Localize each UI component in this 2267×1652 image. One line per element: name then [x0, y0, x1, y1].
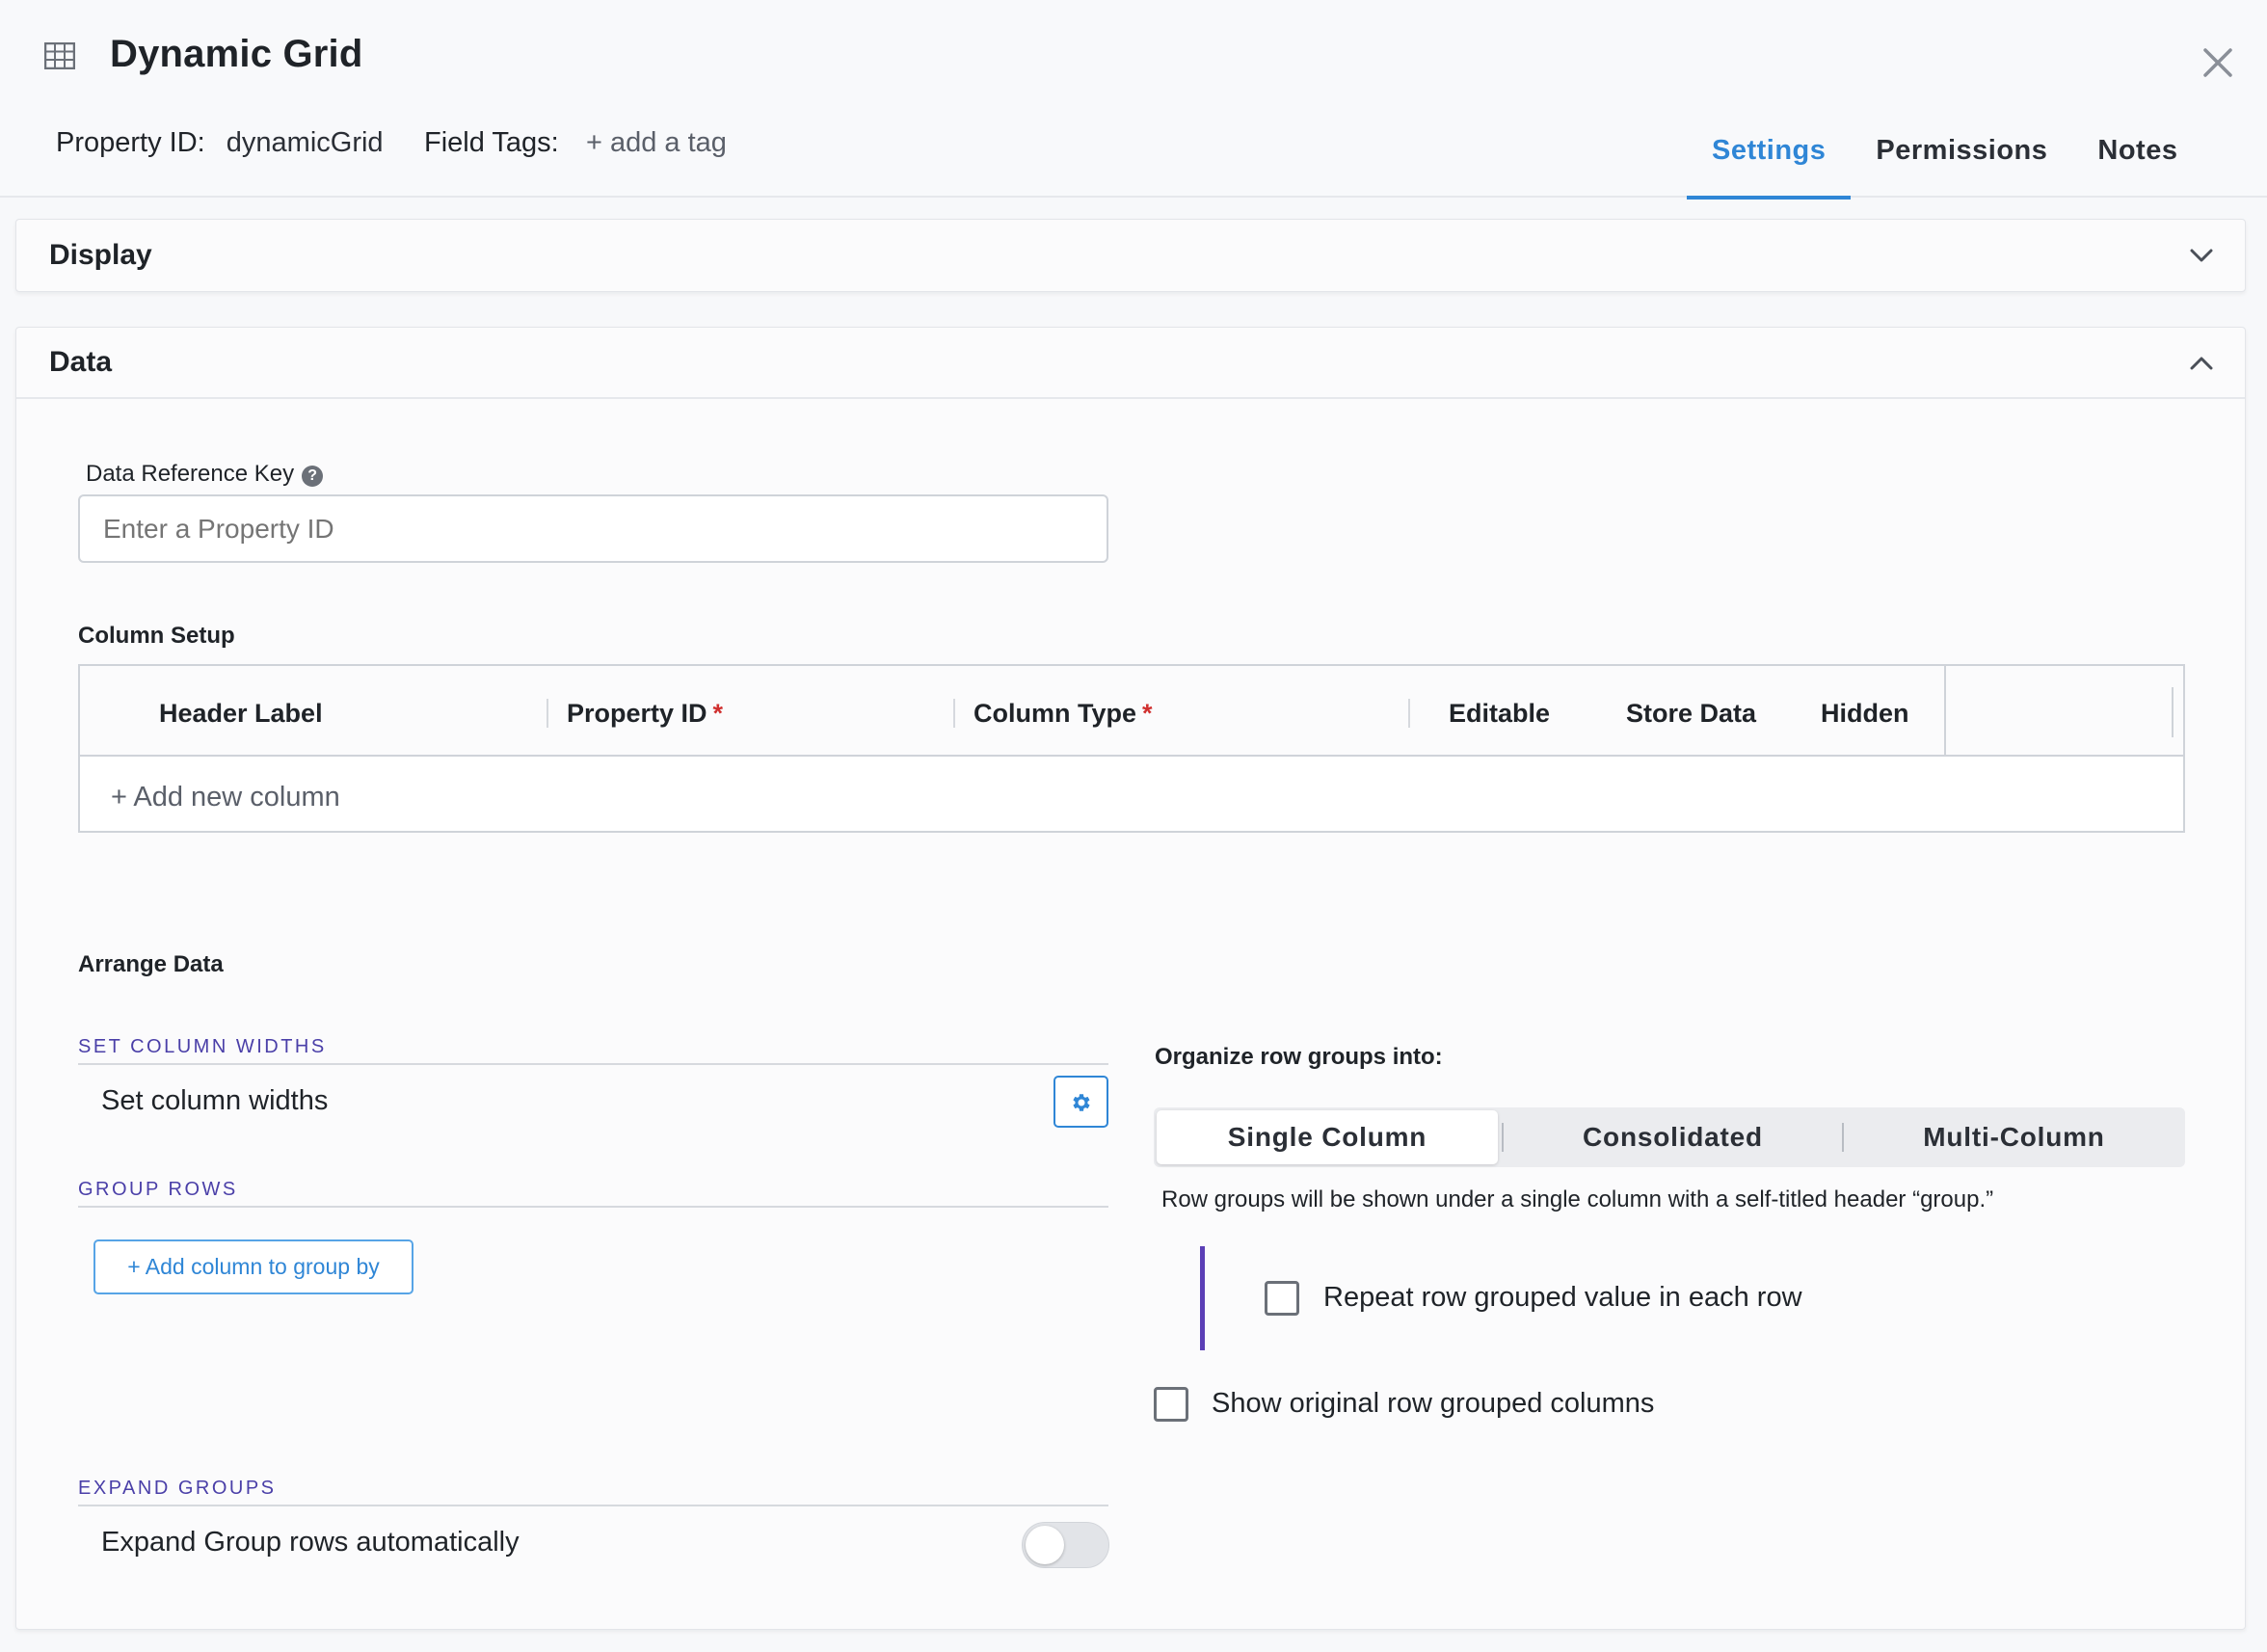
display-panel-title: Display [49, 239, 152, 271]
organize-row-groups-label: Organize row groups into: [1155, 1044, 1443, 1070]
repeat-value-label: Repeat row grouped value in each row [1323, 1282, 1802, 1313]
data-panel-header[interactable]: Data [16, 328, 2245, 399]
close-icon[interactable] [2198, 42, 2238, 83]
chevron-up-icon [2190, 357, 2213, 370]
column-setup-title: Column Setup [78, 623, 235, 649]
option-single-column[interactable]: Single Column [1157, 1110, 1498, 1164]
column-divider [1944, 666, 1946, 757]
set-column-widths-label: Set column widths [101, 1085, 329, 1116]
column-type-column-label: Column Type [973, 699, 1137, 728]
tab-permissions[interactable]: Permissions [1851, 125, 2072, 198]
add-tag-link[interactable]: + add a tag [586, 127, 727, 159]
option-consolidated[interactable]: Consolidated [1506, 1110, 1840, 1164]
required-asterisk: * [1142, 699, 1153, 728]
data-reference-key-text: Data Reference Key [86, 461, 295, 487]
option-multi-column[interactable]: Multi-Column [1846, 1110, 2182, 1164]
data-panel-title: Data [49, 346, 113, 378]
column-setup-table: Header Label Property ID * Column Type * E… [78, 664, 2185, 833]
section-divider [78, 1206, 1108, 1208]
property-id-column: Property ID * [567, 699, 723, 729]
indent-bar [1200, 1246, 1205, 1350]
modal-title: Dynamic Grid [110, 33, 363, 75]
tab-notes[interactable]: Notes [2072, 125, 2202, 198]
grid-icon [44, 42, 75, 69]
display-panel: Display [15, 219, 2246, 292]
segment-divider [1502, 1123, 1504, 1152]
column-divider [2172, 687, 2174, 737]
display-panel-header[interactable]: Display [16, 220, 2245, 291]
column-setup-header-row: Header Label Property ID * Column Type * E… [80, 666, 2183, 757]
expand-groups-toggle[interactable] [1022, 1522, 1109, 1568]
tab-settings[interactable]: Settings [1687, 125, 1852, 200]
expand-groups-section-label: EXPAND GROUPS [78, 1478, 277, 1499]
data-reference-key-label: Data Reference Key? [86, 461, 324, 488]
modal-header: Dynamic Grid Property ID: dynamicGrid Fi… [0, 0, 2267, 200]
set-column-widths-section-label: SET COLUMN WIDTHS [78, 1036, 327, 1057]
arrange-data-title: Arrange Data [78, 951, 224, 977]
data-panel: Data Data Reference Key? Column Setup He… [15, 327, 2246, 1630]
chevron-down-icon [2190, 249, 2213, 262]
hidden-column: Hidden [1821, 699, 1909, 728]
store-data-column: Store Data [1626, 699, 1757, 728]
add-column-to-group-by-button[interactable]: + Add column to group by [93, 1239, 413, 1294]
editable-column: Editable [1449, 699, 1551, 728]
gear-icon [1073, 1094, 1090, 1111]
organize-description: Row groups will be shown under a single … [1161, 1186, 1994, 1212]
tab-bar: Settings Permissions Notes [1687, 125, 2202, 200]
property-id-label: Property ID: [56, 127, 205, 158]
meta-row: Property ID: dynamicGrid Field Tags: + a… [56, 127, 727, 159]
column-widths-settings-button[interactable] [1053, 1076, 1108, 1128]
show-original-label: Show original row grouped columns [1212, 1388, 1655, 1419]
segment-divider [1842, 1123, 1844, 1152]
group-rows-section-label: GROUP ROWS [78, 1179, 238, 1200]
column-divider [953, 699, 955, 728]
section-divider [78, 1505, 1108, 1506]
column-type-column: Column Type * [973, 699, 1153, 729]
field-tags-label: Field Tags: [424, 127, 559, 158]
required-asterisk: * [712, 699, 724, 728]
property-settings-modal: Dynamic Grid Property ID: dynamicGrid Fi… [0, 0, 2267, 1652]
column-divider [1408, 699, 1410, 728]
property-id-value: dynamicGrid [226, 127, 384, 158]
expand-groups-label: Expand Group rows automatically [101, 1527, 520, 1558]
help-icon[interactable]: ? [302, 466, 324, 487]
repeat-value-checkbox[interactable] [1265, 1281, 1299, 1316]
header-label-column: Header Label [159, 699, 323, 728]
data-reference-key-input[interactable] [78, 494, 1108, 563]
show-original-checkbox[interactable] [1154, 1387, 1188, 1422]
property-id-column-label: Property ID [567, 699, 707, 728]
toggle-knob [1026, 1526, 1064, 1564]
add-new-column-button[interactable]: + Add new column [111, 782, 340, 813]
section-divider [78, 1063, 1108, 1065]
organize-segmented-control: Single Column Consolidated Multi-Column [1154, 1107, 2185, 1167]
column-divider [547, 699, 548, 728]
